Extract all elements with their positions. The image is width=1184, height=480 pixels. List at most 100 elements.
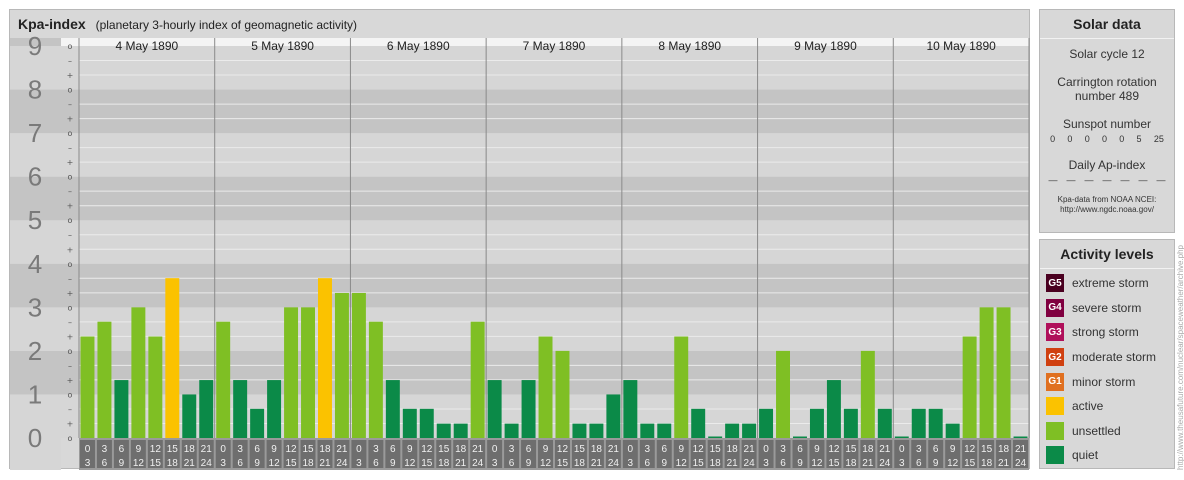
legend-label: strong storm	[1072, 325, 1139, 340]
interval-start-label: 18	[862, 444, 874, 455]
legend-item-unsettled: unsettled	[1040, 419, 1174, 444]
kp-bar	[504, 423, 519, 438]
interval-start-label: 12	[421, 444, 433, 455]
y-minor-label: o	[68, 86, 73, 95]
interval-start-label: 15	[438, 444, 450, 455]
y-axis-label: 4	[28, 249, 42, 279]
solar-cycle: Solar cycle 12	[1069, 47, 1145, 61]
interval-end-label: 21	[184, 458, 196, 469]
y-axis-label: 9	[28, 31, 42, 61]
y-minor-label: o	[68, 390, 73, 399]
interval-start-label: 18	[998, 444, 1010, 455]
y-minor-label: o	[68, 42, 73, 51]
legend-label: extreme storm	[1072, 276, 1149, 291]
kp-bar	[318, 278, 332, 438]
source-watermark: http://www.theusafuture.com/nuclear/spac…	[1176, 244, 1184, 470]
interval-start-label: 6	[933, 444, 939, 455]
y-minor-label: o	[68, 129, 73, 138]
kp-bar	[131, 307, 146, 438]
interval-start-label: 21	[879, 444, 891, 455]
kp-bar	[691, 408, 706, 438]
kp-bar	[334, 292, 349, 438]
y-minor-label: o	[68, 260, 73, 269]
carrington-rotation-number: number 489	[1074, 89, 1140, 103]
interval-end-label: 18	[302, 458, 314, 469]
kp-bar	[402, 408, 417, 438]
interval-end-label: 12	[540, 458, 552, 469]
legend-item-active: active	[1040, 394, 1174, 419]
kp-bar	[860, 350, 875, 438]
interval-start-label: 3	[237, 444, 243, 455]
interval-end-label: 3	[356, 458, 362, 469]
kp-bar	[911, 408, 926, 438]
ap-index-value: —	[1102, 175, 1112, 185]
sunspot-value: 0	[1067, 134, 1073, 144]
y-minor-label: –	[68, 144, 72, 153]
ap-index-value: —	[1156, 175, 1166, 185]
interval-start-label: 3	[373, 444, 379, 455]
interval-end-label: 6	[237, 458, 243, 469]
interval-end-label: 12	[133, 458, 145, 469]
interval-start-label: 9	[271, 444, 277, 455]
interval-end-label: 3	[85, 458, 91, 469]
kp-bar	[233, 380, 248, 438]
kp-bar	[776, 350, 790, 438]
day-label: 7 May 1890	[523, 39, 586, 53]
kp-bar	[843, 408, 858, 438]
interval-end-label: 15	[285, 458, 297, 469]
kp-bar	[470, 321, 485, 438]
y-axis-label: 6	[28, 162, 42, 192]
kp-bar	[759, 408, 774, 438]
data-source-label: Kpa-data from NOAA NCEI:	[1057, 195, 1157, 204]
y-minor-label: +	[67, 332, 74, 341]
kp-bar	[894, 436, 909, 438]
kp-bar	[674, 336, 689, 438]
kp-chart-panel: Kpa-index (planetary 3-hourly index of g…	[9, 9, 1030, 470]
legend-swatch: G2	[1046, 348, 1064, 367]
kp-bar	[385, 380, 400, 438]
kp-bar	[487, 380, 502, 438]
interval-end-label: 12	[676, 458, 688, 469]
interval-start-label: 9	[543, 444, 549, 455]
interval-end-label: 9	[526, 458, 532, 469]
interval-start-label: 9	[407, 444, 413, 455]
kp-bar	[521, 380, 536, 438]
kp-bar	[97, 321, 112, 438]
interval-start-label: 21	[201, 444, 213, 455]
kp-bar	[572, 423, 587, 438]
ap-index-title: Daily Ap-index	[1068, 158, 1146, 172]
interval-end-label: 9	[390, 458, 396, 469]
kp-bar	[114, 380, 129, 438]
interval-start-label: 18	[184, 444, 196, 455]
interval-start-label: 12	[828, 444, 840, 455]
ap-index-value: —	[1048, 175, 1058, 185]
kp-bar	[809, 408, 824, 438]
kp-bar	[589, 423, 604, 438]
legend-item-moderate-storm: G2 moderate storm	[1040, 345, 1174, 370]
y-minor-label: o	[68, 303, 73, 312]
legend-item-extreme-storm: G5 extreme storm	[1040, 271, 1174, 296]
sunspot-value: 0	[1050, 134, 1056, 144]
y-minor-label: o	[68, 347, 73, 356]
interval-end-label: 3	[763, 458, 769, 469]
y-minor-label: +	[67, 158, 74, 167]
legend-label: severe storm	[1072, 300, 1142, 315]
y-minor-label: –	[68, 57, 72, 66]
interval-start-label: 21	[472, 444, 484, 455]
legend-item-strong-storm: G3 strong storm	[1040, 320, 1174, 345]
interval-start-label: 9	[814, 444, 820, 455]
solar-data-panel: Solar data Solar cycle 12 Carrington rot…	[1039, 9, 1175, 233]
y-axis-label: 5	[28, 205, 42, 235]
interval-start-label: 3	[645, 444, 651, 455]
interval-start-label: 21	[608, 444, 620, 455]
kp-bar	[216, 321, 231, 438]
interval-end-label: 9	[119, 458, 125, 469]
y-axis-label: 1	[28, 379, 42, 409]
level-band	[61, 176, 1029, 221]
interval-end-label: 12	[811, 458, 823, 469]
interval-end-label: 18	[845, 458, 857, 469]
interval-end-label: 18	[710, 458, 722, 469]
y-axis-label: 3	[28, 292, 42, 322]
y-minor-label: +	[67, 115, 74, 124]
y-axis-label: 2	[28, 336, 42, 366]
